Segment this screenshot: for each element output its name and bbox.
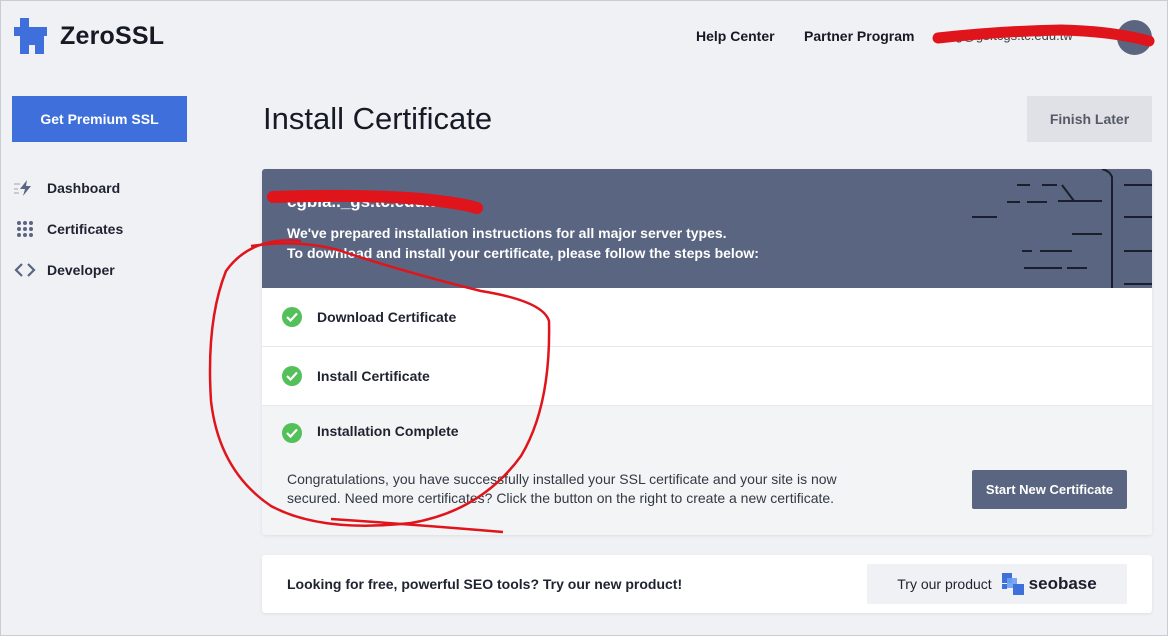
step-download-certificate[interactable]: Download Certificate — [262, 288, 1152, 347]
zerossl-logo-icon — [14, 18, 47, 54]
promo-text: Looking for free, powerful SEO tools? Tr… — [287, 576, 683, 592]
sidebar-item-developer[interactable]: Developer — [14, 261, 115, 279]
grid-icon — [14, 220, 36, 238]
avatar[interactable] — [1117, 20, 1152, 55]
page-title: Install Certificate — [263, 101, 493, 136]
try-our-product-button[interactable]: Try our product seobase — [867, 564, 1127, 604]
install-card: cgbia.._gs.tc.edu.tw We've prepared inst… — [262, 169, 1152, 535]
get-premium-ssl-button[interactable]: Get Premium SSL — [12, 96, 187, 142]
check-icon — [282, 423, 302, 443]
check-icon — [282, 366, 302, 386]
user-email[interactable]: ang@gs.tcgs.tc.edu.tw — [941, 28, 1101, 43]
finish-later-button[interactable]: Finish Later — [1027, 96, 1152, 142]
try-product-label: Try our product — [897, 576, 992, 592]
sidebar-item-dashboard[interactable]: Dashboard — [14, 179, 120, 197]
card-header: cgbia.._gs.tc.edu.tw We've prepared inst… — [262, 169, 1152, 288]
seobase-logo: seobase — [1001, 573, 1097, 595]
decorative-lines-icon — [972, 169, 1152, 288]
congrats-text-line1: Congratulations, you have successfully i… — [287, 471, 837, 487]
check-icon — [282, 307, 302, 327]
start-new-certificate-button[interactable]: Start New Certificate — [972, 470, 1127, 509]
nav-partner-program[interactable]: Partner Program — [804, 28, 914, 44]
seobase-icon — [1001, 573, 1024, 595]
sidebar-item-certificates[interactable]: Certificates — [14, 220, 123, 238]
step-label: Installation Complete — [317, 423, 459, 439]
sidebar-item-label: Developer — [47, 262, 115, 278]
zerossl-logo[interactable]: ZeroSSL — [14, 18, 164, 54]
step-label: Download Certificate — [317, 309, 457, 325]
step-install-certificate[interactable]: Install Certificate — [262, 347, 1152, 406]
step-label: Install Certificate — [317, 368, 430, 384]
promo-card: Looking for free, powerful SEO tools? Tr… — [262, 555, 1152, 613]
nav-help-center[interactable]: Help Center — [696, 28, 775, 44]
lightning-icon — [14, 179, 36, 197]
intro-text-line1: We've prepared installation instructions… — [287, 225, 727, 241]
intro-text-line2: To download and install your certificate… — [287, 245, 759, 261]
logo-text: ZeroSSL — [60, 21, 165, 50]
code-icon — [14, 261, 36, 279]
sidebar-item-label: Certificates — [47, 221, 124, 237]
sidebar-item-label: Dashboard — [47, 180, 121, 196]
top-header: ZeroSSL Help Center Partner Program ang@… — [1, 1, 1168, 73]
seobase-name: seobase — [1028, 574, 1097, 593]
domain-name: cgbia.._gs.tc.edu.tw — [287, 192, 449, 211]
congrats-text-line2: secured. Need more certificates? Click t… — [287, 490, 835, 506]
